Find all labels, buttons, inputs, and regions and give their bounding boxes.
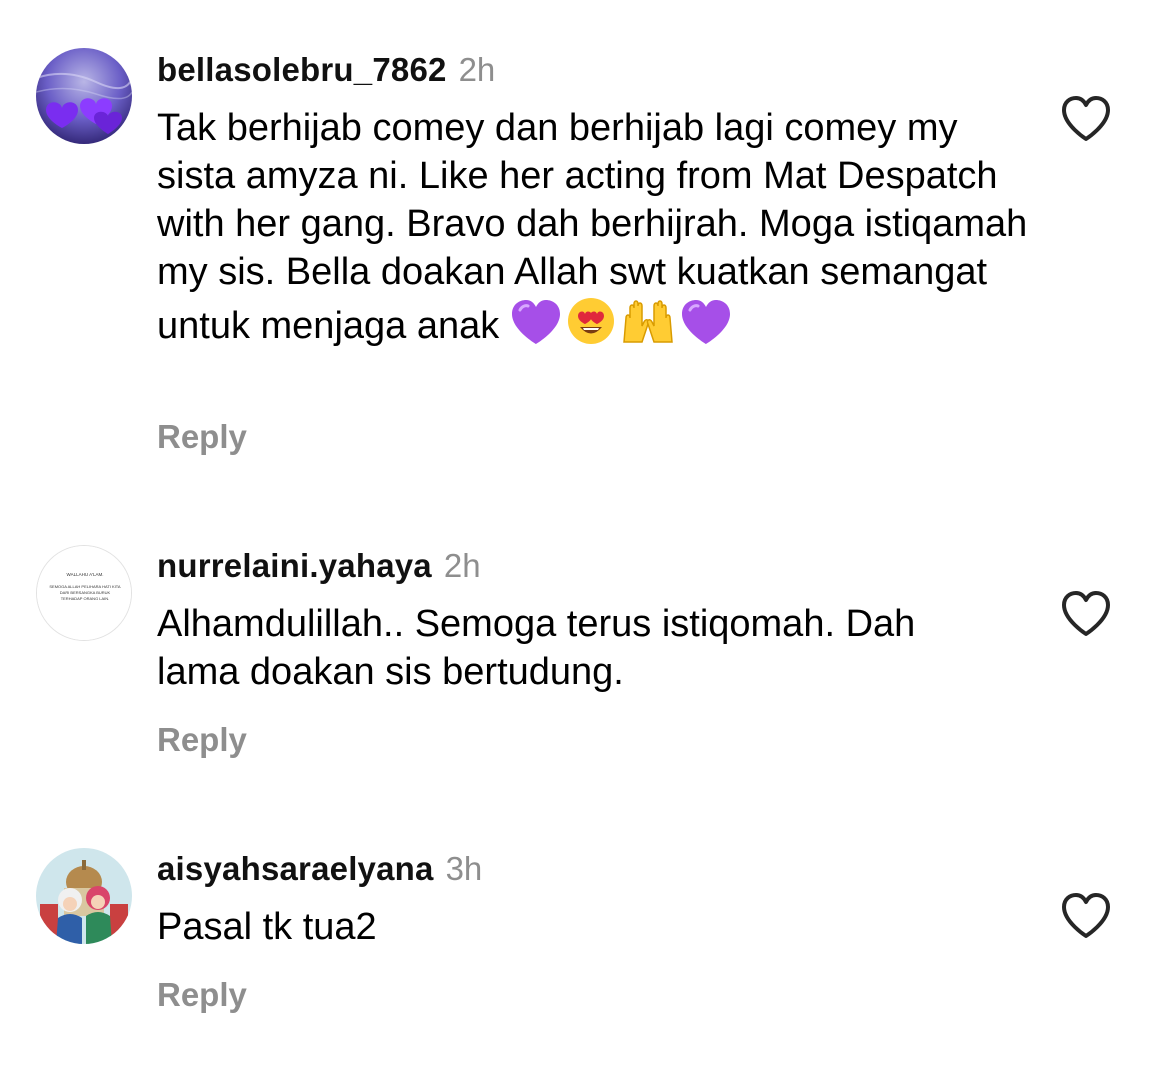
heart-outline-icon[interactable] <box>1060 95 1112 143</box>
timestamp: 2h <box>443 547 481 584</box>
comment-text: Alhamdulillah.. Semoga terus istiqomah. … <box>157 600 957 696</box>
heart-outline-icon[interactable] <box>1060 590 1112 638</box>
avatar-text-block: SEMOGA ALLAH PELIHARA HATI KITA DARI BER… <box>49 584 121 601</box>
avatar[interactable] <box>36 48 132 144</box>
reply-button[interactable]: Reply <box>157 976 247 1014</box>
username[interactable]: aisyahsaraelyana <box>157 850 434 887</box>
raising-hands-icon <box>620 296 676 358</box>
reply-button[interactable]: Reply <box>157 418 247 456</box>
avatar[interactable] <box>36 848 132 944</box>
reply-button[interactable]: Reply <box>157 721 247 759</box>
purple-heart-icon <box>510 300 562 358</box>
purple-heart-icon <box>680 300 732 358</box>
heart-eyes-icon <box>566 296 616 358</box>
username[interactable]: nurrelaini.yahaya <box>157 547 432 584</box>
timestamp: 2h <box>458 51 496 88</box>
comment-text: Tak berhijab comey dan berhijab lagi com… <box>157 104 1037 358</box>
username[interactable]: bellasolebru_7862 <box>157 51 447 88</box>
comment-body: Alhamdulillah.. Semoga terus istiqomah. … <box>157 603 916 693</box>
comment-text: Pasal tk tua2 <box>157 903 1037 951</box>
avatar-text-line: WALLAHU A'LAM. <box>67 572 104 577</box>
avatar[interactable]: WALLAHU A'LAM. SEMOGA ALLAH PELIHARA HAT… <box>36 545 132 641</box>
heart-outline-icon[interactable] <box>1060 892 1112 940</box>
comment-meta: bellasolebru_7862 2h <box>157 50 495 90</box>
comment-meta: nurrelaini.yahaya 2h <box>157 546 481 586</box>
comment-meta: aisyahsaraelyana 3h <box>157 849 482 889</box>
timestamp: 3h <box>445 850 483 887</box>
comment-body: Pasal tk tua2 <box>157 906 377 948</box>
